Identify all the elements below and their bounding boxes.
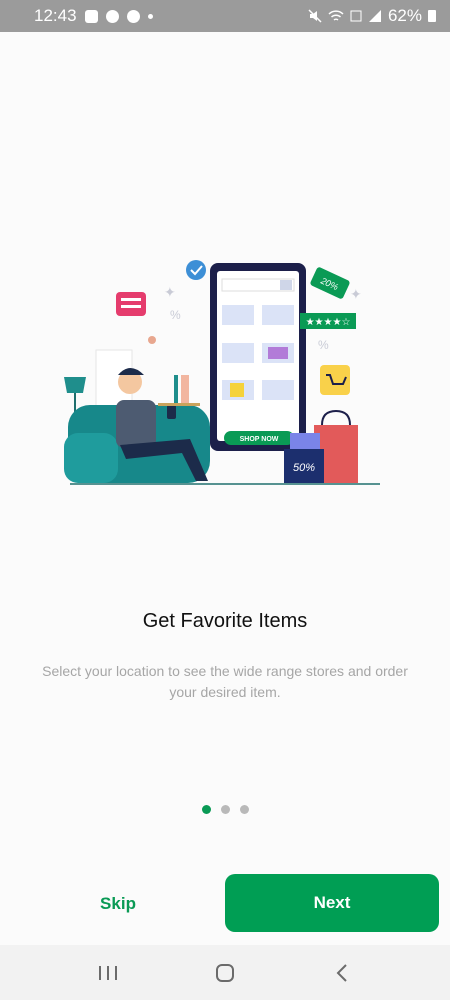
recent-apps-icon (99, 965, 118, 980)
svg-text:%: % (170, 308, 181, 322)
status-bar-left: 12:43 (34, 6, 153, 26)
status-bar: 12:43 62% (0, 0, 450, 32)
onboarding-illustration: % SHOP NOW 20% ★★★★☆ 50% ✦ ✦ % (64, 260, 380, 485)
svg-text:%: % (318, 338, 329, 352)
svg-text:✦: ✦ (164, 284, 176, 300)
page-indicator-dot (220, 805, 230, 814)
onboarding-title: Get Favorite Items (142, 610, 308, 632)
dot-icon (147, 13, 153, 19)
wifi-icon (328, 10, 344, 21)
mute-icon (308, 9, 322, 23)
whatsapp-icon (126, 9, 140, 23)
status-bar-right: 62% (308, 6, 436, 26)
shop-now-label: SHOP NOW (240, 436, 279, 443)
bag-label: 50% (293, 462, 315, 474)
skip-button[interactable]: Skip (75, 890, 161, 918)
onboarding-description: Select your location to see the wide ran… (42, 663, 408, 700)
svg-text:★★★★☆: ★★★★☆ (306, 317, 351, 328)
battery-icon (428, 10, 436, 22)
signal-icon (368, 10, 381, 22)
battery-percent: 62% (387, 6, 422, 25)
back-button[interactable] (317, 953, 367, 993)
status-time: 12:43 (34, 6, 77, 25)
back-icon (336, 963, 347, 982)
svg-text:✦: ✦ (350, 286, 362, 302)
next-button[interactable]: Next (225, 874, 439, 932)
page-indicator (0, 805, 450, 814)
page-indicator-dot (239, 805, 249, 814)
page-indicator-dot-active (201, 805, 211, 814)
system-navigation-bar (0, 945, 450, 1000)
volte-icon (350, 10, 362, 22)
recent-apps-button[interactable] (83, 953, 133, 993)
chat-bubble-icon (105, 9, 119, 23)
gallery-icon (84, 9, 98, 23)
home-icon (215, 963, 234, 982)
home-button[interactable] (200, 953, 250, 993)
